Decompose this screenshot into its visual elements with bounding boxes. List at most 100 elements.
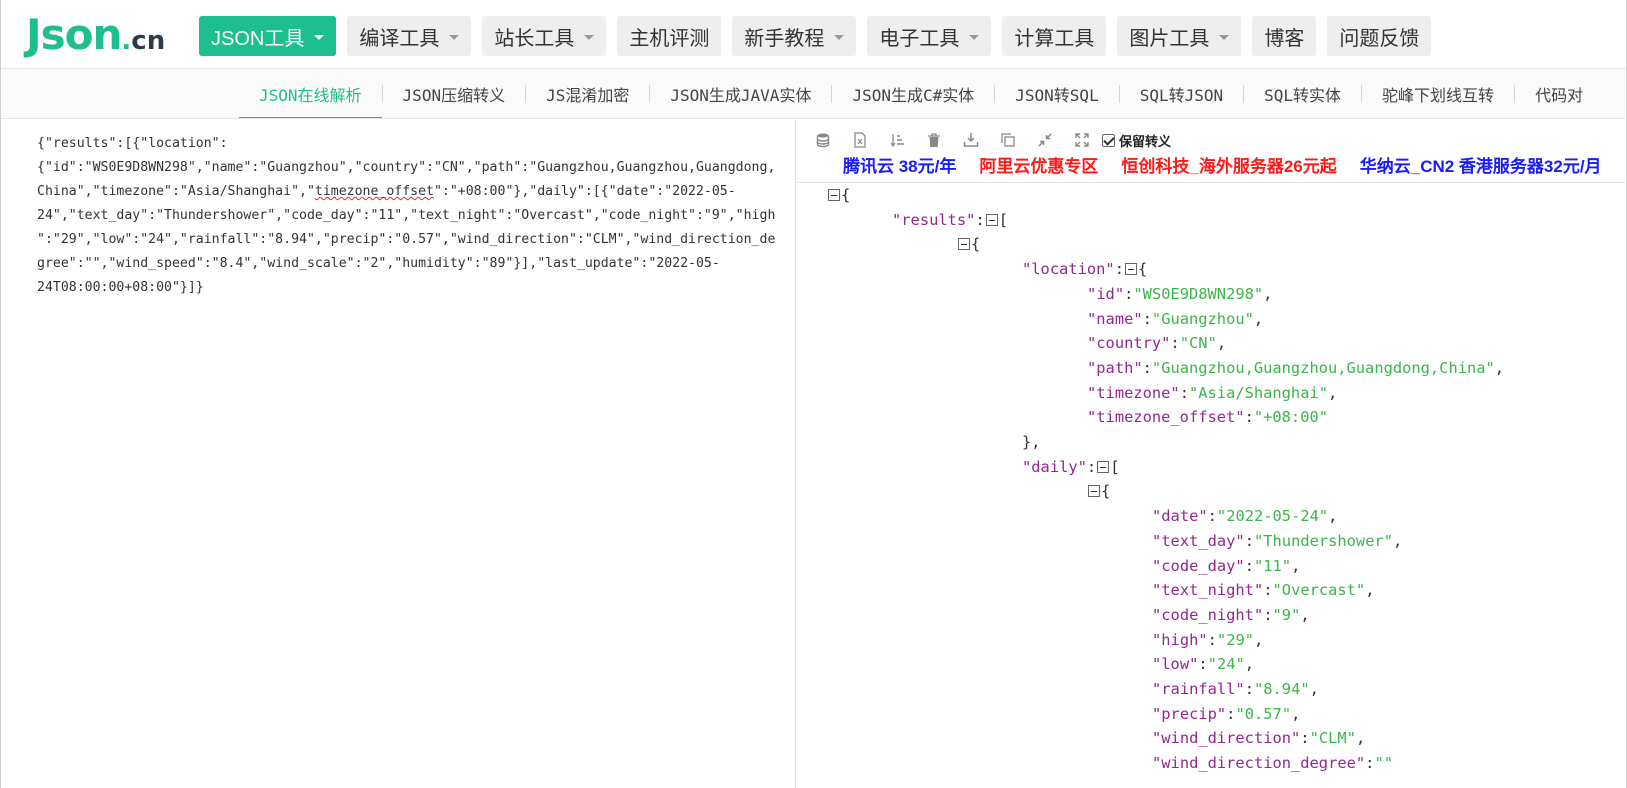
tool-subnav: JSON在线解析 JSON压缩转义 JS混淆加密 JSON生成JAVA实体 JSON生成… — [0, 68, 1627, 119]
download-icon[interactable] — [962, 131, 980, 149]
json-key: path — [1096, 358, 1134, 377]
subnav-item-8[interactable]: 驼峰下划线互转 — [1362, 69, 1514, 118]
nav-item-0[interactable]: JSON工具 — [199, 16, 337, 56]
subnav-item-5[interactable]: JSON转SQL — [995, 69, 1118, 118]
divider — [797, 182, 1627, 183]
json-value: 11 — [1263, 556, 1282, 575]
json-value: " — [1291, 605, 1301, 624]
json-key: " — [1087, 309, 1097, 328]
json-key: " — [1152, 729, 1162, 748]
json-key: timezone — [1096, 383, 1171, 402]
spellcheck-highlight: timezone_offset — [314, 184, 434, 199]
json-punctuation: : — [1244, 408, 1254, 427]
collapse-toggle-icon[interactable] — [828, 189, 840, 201]
json-punctuation: , — [1216, 334, 1227, 353]
json-punctuation: , — [1309, 680, 1319, 698]
json-value: " — [1244, 630, 1255, 649]
ad-link-2[interactable]: 恒创科技_海外服务器26元起 — [1121, 152, 1336, 176]
json-punctuation: : — [1244, 531, 1254, 550]
subnav-item-3[interactable]: JSON生成JAVA实体 — [650, 69, 831, 118]
sort-icon[interactable] — [888, 131, 906, 149]
json-key: " — [1152, 655, 1162, 674]
excel-icon[interactable] — [851, 131, 869, 149]
output-toolbar: 保留转义 — [814, 129, 1171, 151]
caret-down-icon — [1219, 34, 1230, 40]
json-key: wind_direction_degree — [1161, 754, 1356, 773]
copy-icon[interactable] — [999, 131, 1017, 149]
ad-links: 腾讯云 38元/年 阿里云优惠专区 恒创科技_海外服务器26元起 华纳云_CN2 香港… — [843, 152, 1602, 176]
tree-daily-field: "low":"24", — [1152, 652, 1254, 677]
json-value: " — [1383, 754, 1393, 773]
json-punctuation: }, — [1022, 433, 1041, 451]
json-key: date — [1161, 507, 1199, 526]
json-key: " — [1235, 408, 1245, 427]
nav-item-7[interactable]: 图片工具 — [1117, 16, 1242, 56]
json-key: code_night — [1161, 605, 1254, 624]
site-logo[interactable]: Json .cn — [26, 10, 165, 60]
json-punctuation: : — [1114, 260, 1124, 279]
ad-link-0[interactable]: 腾讯云 38元/年 — [843, 152, 956, 176]
json-key: text_day — [1161, 531, 1236, 550]
main-menu: JSON工具 编译工具 站长工具 主机评测 新手教程 电子工具 计算工具 图片工具 博客 问题反馈 — [199, 16, 1432, 56]
nav-item-label: 问题反馈 — [1339, 27, 1420, 50]
collapse-toggle-icon[interactable] — [1124, 263, 1137, 276]
collapse-toggle-icon[interactable] — [985, 213, 998, 226]
json-punctuation: : — [1263, 605, 1273, 624]
caret-down-icon — [584, 34, 595, 40]
json-key: " — [1077, 457, 1087, 476]
json-value: " — [1374, 754, 1384, 773]
nav-item-2[interactable]: 站长工具 — [482, 16, 607, 56]
json-input-editor[interactable]: {"results":[{"location": {"id":"WS0E9D8W… — [0, 120, 796, 788]
json-value: " — [1188, 383, 1199, 402]
json-punctuation: : — [1244, 556, 1254, 575]
json-value: " — [1216, 630, 1227, 649]
database-icon[interactable] — [814, 131, 832, 149]
nav-item-1[interactable]: 编译工具 — [347, 16, 472, 56]
nav-item-label: 图片工具 — [1129, 27, 1210, 50]
json-value: Guangzhou,Guangzhou,Guangdong,China — [1161, 358, 1486, 377]
subnav-item-9[interactable]: 代码对 — [1515, 69, 1603, 118]
compress-icon[interactable] — [1036, 131, 1054, 149]
ad-link-1[interactable]: 阿里云优惠专区 — [979, 152, 1098, 176]
subnav-item-6[interactable]: SQL转JSON — [1120, 69, 1243, 118]
json-value: " — [1485, 358, 1495, 377]
tree-daily-field: "high":"29", — [1152, 628, 1263, 653]
nav-item-8[interactable]: 博客 — [1252, 16, 1317, 56]
tree-results: "results":[ — [892, 208, 1008, 233]
json-input-text-end: ":"+08:00"},"daily":[{"date":"2022-05- 2… — [37, 184, 776, 295]
json-key: " — [1253, 605, 1264, 624]
tree-daily-field: "date":"2022-05-24", — [1152, 504, 1337, 529]
nav-item-label: 博客 — [1264, 27, 1305, 50]
nav-item-label: 计算工具 — [1014, 27, 1095, 50]
json-punctuation: : — [1263, 581, 1273, 600]
json-value: " — [1235, 655, 1245, 674]
nav-item-5[interactable]: 电子工具 — [867, 16, 992, 56]
collapse-toggle-icon[interactable] — [1088, 485, 1100, 498]
json-key: location — [1031, 260, 1106, 279]
subnav-item-0[interactable]: JSON在线解析 — [239, 69, 382, 118]
json-punctuation: : — [1086, 457, 1097, 476]
json-input-text[interactable]: {"results":[{"location": {"id":"WS0E9D8W… — [37, 132, 787, 300]
json-key: " — [1087, 358, 1097, 377]
subnav-item-1[interactable]: JSON压缩转义 — [383, 69, 526, 118]
nav-item-4[interactable]: 新手教程 — [732, 16, 857, 56]
nav-item-3[interactable]: 主机评测 — [617, 16, 722, 56]
subnav-item-4[interactable]: JSON生成C#实体 — [832, 69, 994, 118]
keep-escape-toggle[interactable]: 保留转义 — [1102, 131, 1171, 150]
json-punctuation: , — [1328, 507, 1338, 526]
tool-subnav-list: JSON在线解析 JSON压缩转义 JS混淆加密 JSON生成JAVA实体 JSON生成… — [239, 69, 1603, 118]
nav-item-9[interactable]: 问题反馈 — [1327, 16, 1432, 56]
nav-item-6[interactable]: 计算工具 — [1002, 16, 1107, 56]
subnav-item-2[interactable]: JS混淆加密 — [526, 69, 649, 118]
expand-icon[interactable] — [1073, 131, 1091, 149]
keep-escape-checkbox[interactable] — [1102, 133, 1115, 147]
collapse-toggle-icon[interactable] — [1097, 460, 1110, 473]
trash-icon[interactable] — [925, 131, 943, 149]
json-key: " — [1152, 581, 1162, 600]
json-key: results — [901, 210, 967, 229]
ad-link-3[interactable]: 华纳云_CN2 香港服务器32元/月 — [1360, 152, 1602, 176]
collapse-toggle-icon[interactable] — [958, 238, 970, 251]
json-key: " — [1170, 383, 1180, 402]
json-key: " — [1152, 605, 1162, 624]
subnav-item-7[interactable]: SQL转实体 — [1244, 69, 1361, 118]
